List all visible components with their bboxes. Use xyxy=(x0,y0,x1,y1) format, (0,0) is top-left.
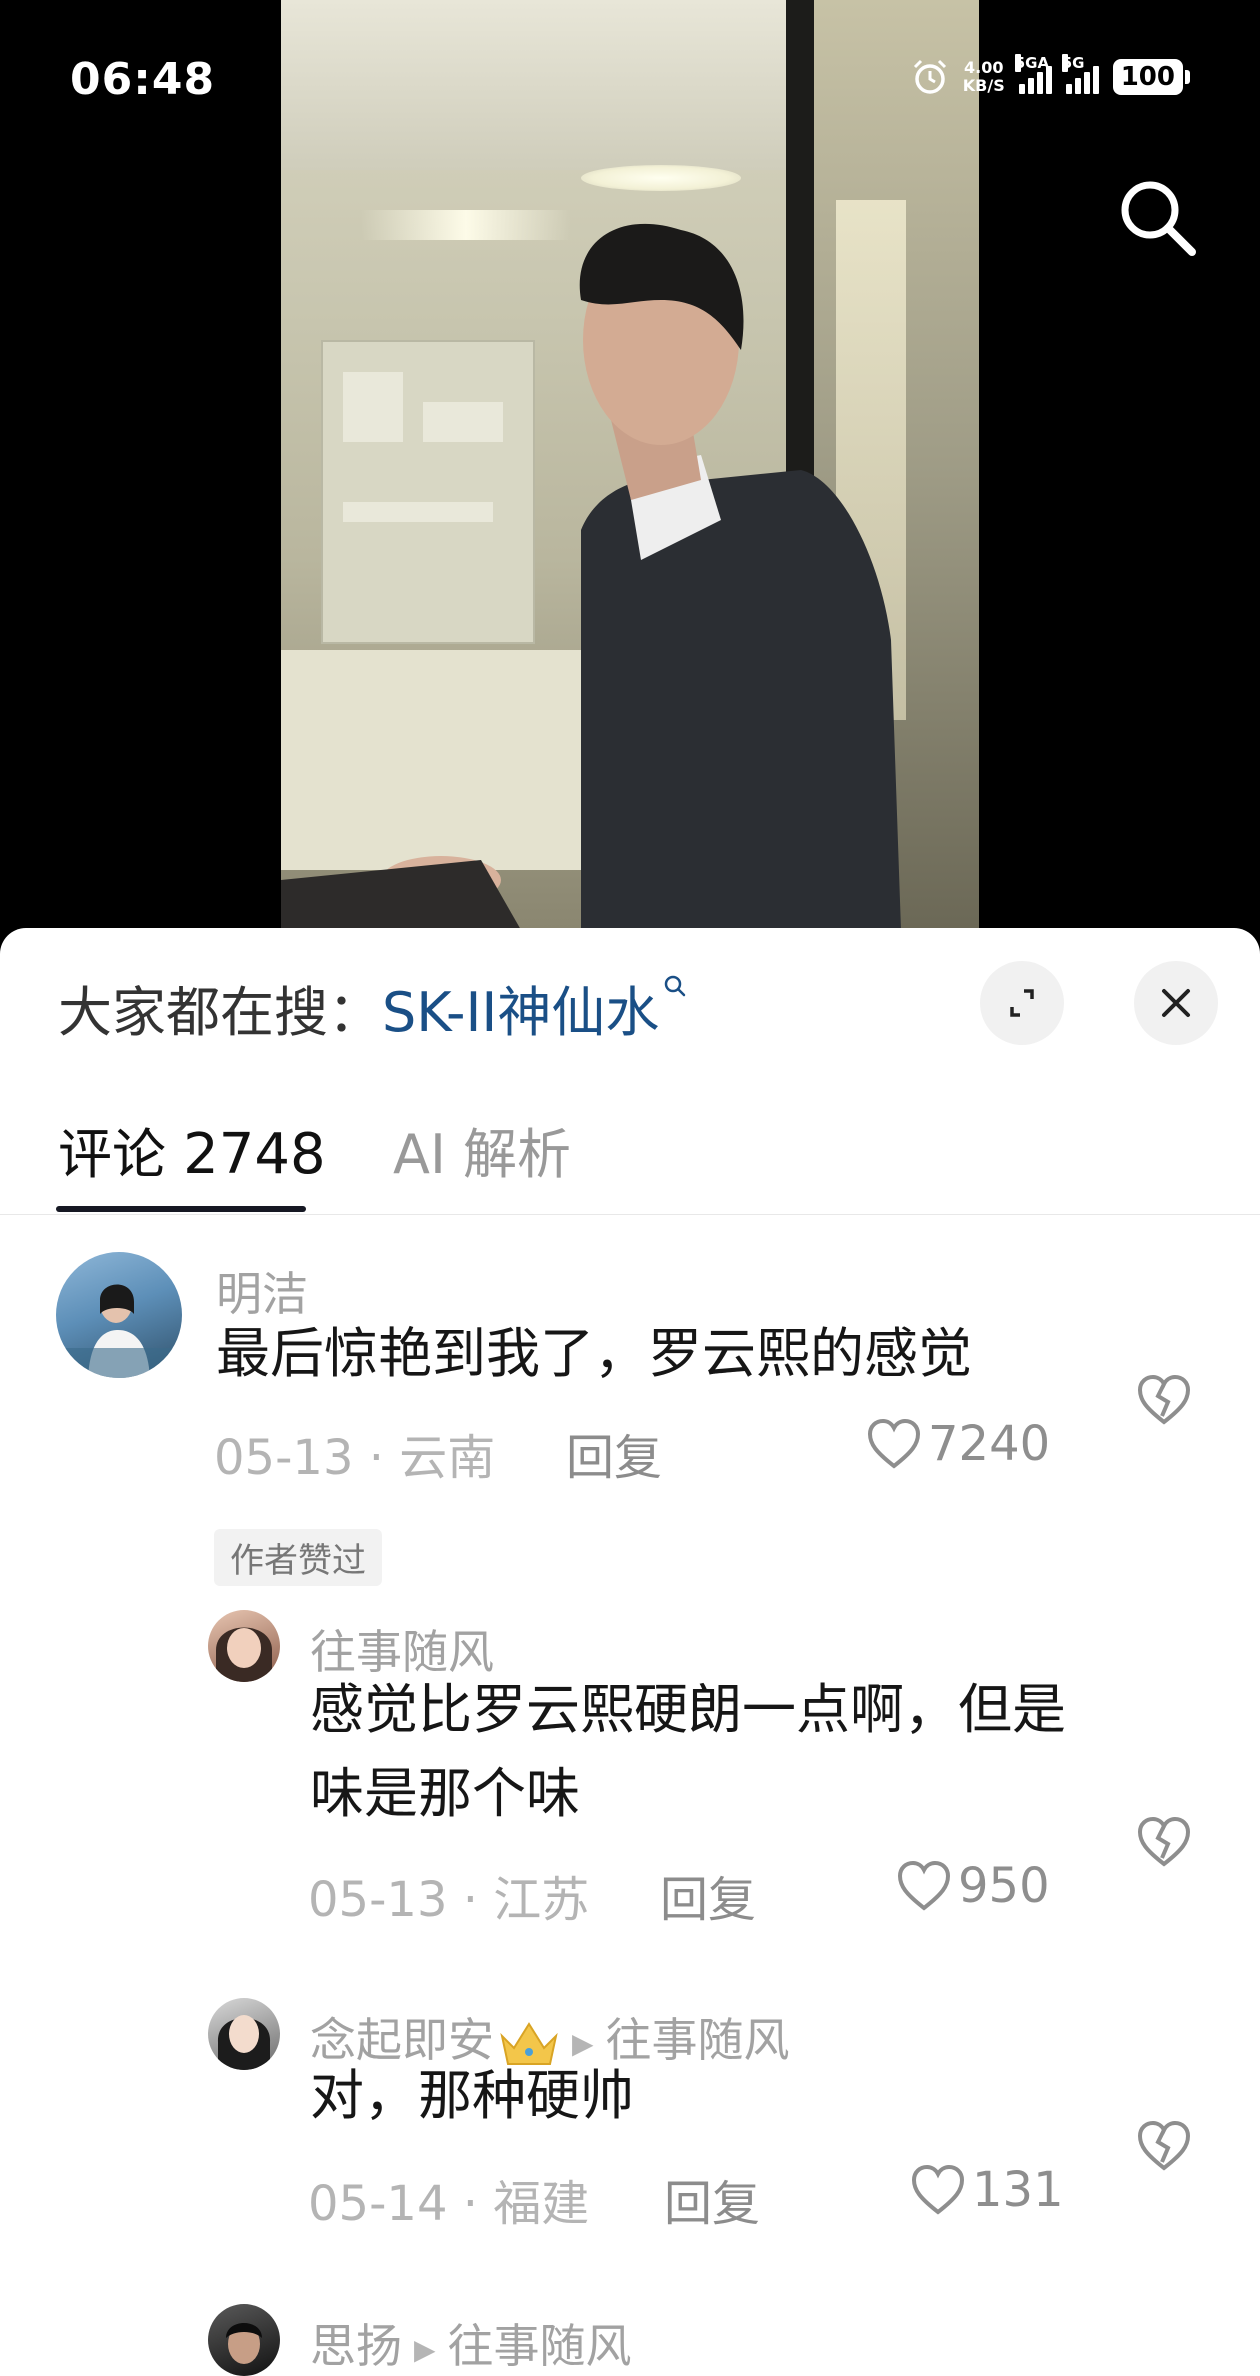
video-player[interactable]: 06:48 4.00 KB/S 5GA 5G 100 xyxy=(0,0,1260,930)
heart-icon xyxy=(897,1860,951,1911)
search-small-icon xyxy=(665,975,686,997)
reply-to-username[interactable]: 往事随风 xyxy=(448,2319,632,2373)
like-count: 950 xyxy=(958,1858,1050,1914)
comment-text: 对，那种硬帅 xyxy=(310,2064,634,2127)
avatar-image xyxy=(216,1627,272,1682)
video-person xyxy=(281,223,901,930)
comment-date-location: 05-13 · 云南 xyxy=(214,1430,496,1486)
avatar[interactable] xyxy=(208,1610,280,1682)
status-icons: 4.00 KB/S 5GA 5G 100 xyxy=(911,54,1190,96)
broken-heart-icon[interactable] xyxy=(1136,2120,1192,2172)
reply-arrow-icon: ▶ xyxy=(414,2333,436,2366)
comment-text: 最后惊艳到我了，罗云熙的感觉 xyxy=(216,1322,972,1385)
tab-bar: 评论 2748 AI 解析 xyxy=(0,1098,1260,1215)
like-count: 131 xyxy=(972,2162,1064,2218)
reply-button[interactable]: 回复 xyxy=(660,1860,756,1930)
like-count: 7240 xyxy=(928,1416,1051,1472)
tab-underline xyxy=(56,1206,306,1212)
comment-username[interactable]: 思扬 ▶ 往事随风 xyxy=(310,2310,632,2376)
search-icon[interactable] xyxy=(1112,172,1202,262)
like-button[interactable]: 131 xyxy=(910,2162,1064,2218)
search-suggestion-prefix: 大家都在搜： xyxy=(58,981,382,1044)
avatar[interactable] xyxy=(208,2304,280,2376)
tab-ai-analysis[interactable]: AI 解析 xyxy=(393,1110,571,1189)
avatar-image xyxy=(226,2323,262,2364)
comment-text-line1: 感觉比罗云熙硬朗一点啊，但是 xyxy=(310,1678,1066,1741)
tab-comments[interactable]: 评论 2748 xyxy=(58,1110,326,1189)
search-suggestion[interactable]: 大家都在搜：SK-II神仙水 xyxy=(58,968,687,1047)
expand-icon xyxy=(1010,989,1034,1017)
comment-date-location: 05-14 · 福建 xyxy=(308,2176,590,2232)
video-frame[interactable] xyxy=(281,0,979,930)
heart-icon xyxy=(911,2164,965,2215)
net-speed: 4.00 KB/S xyxy=(962,58,1005,95)
reply-button[interactable]: 回复 xyxy=(664,2164,760,2234)
like-button[interactable]: 7240 xyxy=(866,1416,1050,1472)
avatar[interactable] xyxy=(56,1252,182,1378)
tab-comments-label: 评论 xyxy=(58,1123,166,1186)
signal-icon-5g: 5G xyxy=(1061,54,1099,94)
tab-comments-count: 2748 xyxy=(183,1122,326,1187)
signal-icon-5ga: 5GA xyxy=(1014,54,1052,94)
comment-username-text: 思扬 xyxy=(310,2319,402,2373)
comment-text-line2: 味是那个味 xyxy=(310,1762,580,1825)
comments-sheet: 大家都在搜：SK-II神仙水 评论 2748 AI 解析 明洁 最后惊艳到我了，… xyxy=(0,928,1260,2376)
battery-icon: 100 xyxy=(1112,59,1190,95)
avatar[interactable] xyxy=(208,1998,280,2070)
avatar-image xyxy=(56,1284,182,1378)
author-liked-badge: 作者赞过 xyxy=(214,1529,382,1586)
broken-heart-icon[interactable] xyxy=(1136,1816,1192,1868)
expand-button[interactable] xyxy=(980,961,1064,1045)
like-button[interactable]: 950 xyxy=(896,1858,1050,1914)
reply-button[interactable]: 回复 xyxy=(566,1418,662,1488)
avatar-image xyxy=(217,2015,271,2070)
search-suggestion-keyword[interactable]: SK-II神仙水 xyxy=(382,981,659,1044)
status-time: 06:48 xyxy=(70,54,216,105)
close-icon xyxy=(1162,989,1190,1017)
heart-icon xyxy=(867,1418,921,1469)
comment-date-location: 05-13 · 江苏 xyxy=(308,1872,590,1928)
alarm-icon xyxy=(913,59,946,94)
close-button[interactable] xyxy=(1134,961,1218,1045)
broken-heart-icon[interactable] xyxy=(1136,1374,1192,1426)
